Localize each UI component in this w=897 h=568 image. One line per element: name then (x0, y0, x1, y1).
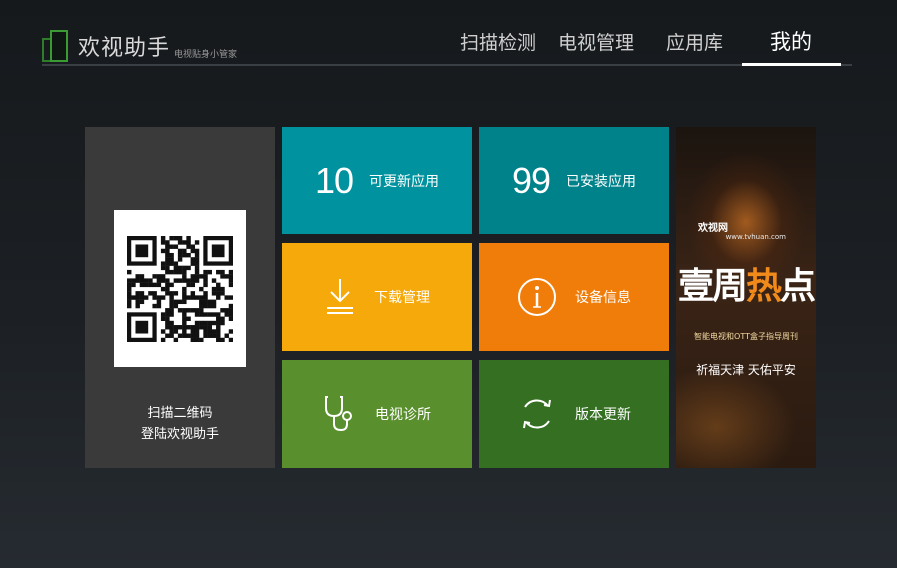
qr-caption-line2: 登陆欢视助手 (140, 427, 219, 442)
promo-brand: 欢视网 (698, 223, 728, 234)
qr-login-panel[interactable]: 扫描二维码 登陆欢视助手 (85, 127, 275, 468)
download-label: 下载管理 (374, 290, 430, 306)
device-label: 设备信息 (575, 290, 631, 306)
nav-tab-tv-manage[interactable]: 电视管理 (558, 28, 634, 58)
qr-code-icon (127, 235, 233, 342)
weekly-hot-promo-banner[interactable]: 欢视网 www.tvhuan.com 壹周热点 智能电视和OTT盒子指导周刊 祈… (676, 127, 816, 468)
promo-title: 壹周热点 (677, 266, 816, 307)
installed-label: 已安装应用 (566, 173, 637, 190)
updatable-apps-tile[interactable]: 10 可更新应用 (282, 127, 472, 234)
installed-apps-tile[interactable]: 99 已安装应用 (479, 127, 669, 234)
download-icon (324, 277, 356, 317)
tv-clinic-tile[interactable]: 电视诊所 (282, 360, 472, 468)
qr-caption-line1: 扫描二维码 (147, 406, 213, 421)
qr-code (114, 210, 246, 367)
top-nav: 扫描检测 电视管理 应用库 我的 (0, 28, 897, 68)
promo-url: www.tvhuan.com (725, 233, 786, 241)
nav-tab-scan[interactable]: 扫描检测 (460, 28, 536, 58)
promo-tagline: 智能电视和OTT盒子指导周刊 (694, 332, 798, 341)
info-icon (517, 277, 557, 317)
installed-count: 99 (511, 159, 551, 201)
nav-divider (42, 64, 852, 66)
download-manager-tile[interactable]: 下载管理 (282, 243, 472, 351)
nav-active-indicator (742, 63, 841, 66)
updatable-count: 10 (314, 159, 354, 201)
version-update-tile[interactable]: 版本更新 (479, 360, 669, 468)
nav-tab-mine[interactable]: 我的 (770, 27, 812, 57)
nav-tab-app-store[interactable]: 应用库 (666, 28, 723, 58)
refresh-icon (517, 394, 557, 434)
device-info-tile[interactable]: 设备信息 (479, 243, 669, 351)
promo-slogan: 祈福天津 天佑平安 (696, 363, 796, 377)
version-label: 版本更新 (575, 407, 631, 423)
stethoscope-icon (323, 394, 357, 434)
updatable-label: 可更新应用 (369, 173, 440, 190)
clinic-label: 电视诊所 (375, 407, 431, 423)
